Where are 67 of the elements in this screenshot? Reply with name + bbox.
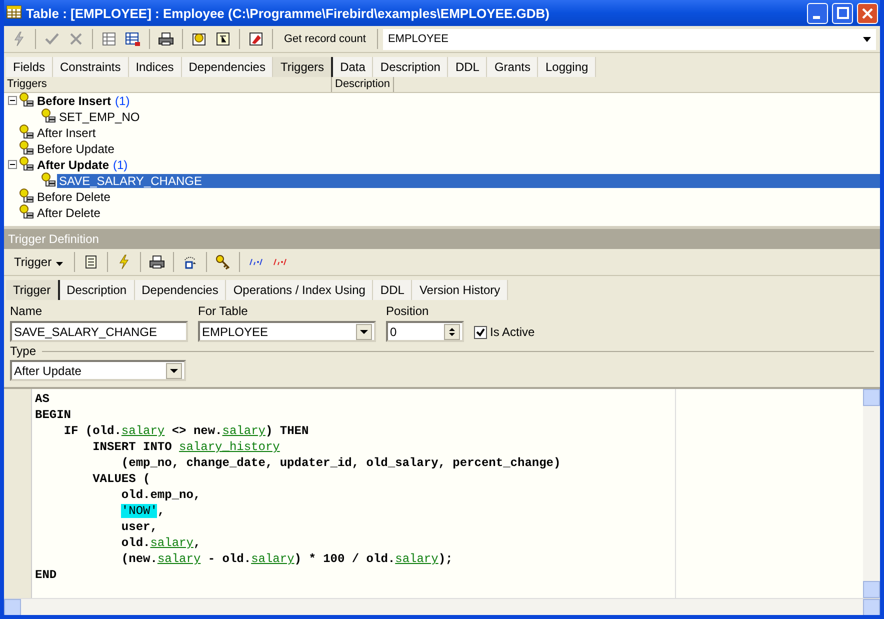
tab[interactable]: Indices — [128, 57, 182, 77]
table-icon — [6, 4, 22, 20]
get-record-count-button[interactable]: Get record count — [278, 30, 372, 48]
column-header[interactable]: Description — [332, 77, 394, 92]
printer-icon[interactable] — [158, 31, 174, 47]
tab[interactable]: Grants — [487, 57, 538, 77]
field-label: For Table — [198, 304, 249, 318]
trigger-icon — [19, 140, 35, 156]
tab[interactable]: DDL — [448, 57, 488, 77]
panel-title: Trigger Definition — [4, 229, 880, 249]
window-title: Table : [EMPLOYEE] : Employee (C:\Programme\Firebird\examples\EMPLOYEE.GDB) — [26, 6, 550, 20]
vertical-scrollbar[interactable] — [863, 389, 880, 598]
trigger-menu-button[interactable]: Trigger — [8, 253, 69, 271]
is-active-checkbox[interactable] — [474, 326, 487, 338]
caret-icon[interactable] — [56, 262, 63, 266]
table-dropdown[interactable]: EMPLOYEE — [382, 28, 876, 50]
field-label: Type — [10, 344, 36, 358]
tab[interactable]: Dependencies — [134, 280, 226, 300]
tab[interactable]: Trigger — [6, 280, 60, 300]
trigger-icon — [19, 204, 35, 220]
tree-item[interactable]: Before Insert — [35, 94, 114, 108]
trigger-icon — [19, 156, 35, 172]
key-icon[interactable] — [214, 254, 231, 270]
name-field[interactable]: SAVE_SALARY_CHANGE — [10, 321, 188, 342]
tab[interactable]: Data — [333, 57, 374, 77]
tree-item[interactable]: After Insert — [35, 126, 98, 140]
field-label: Position — [386, 304, 430, 318]
tab[interactable]: Logging — [538, 57, 596, 77]
trigger-icon — [19, 92, 35, 108]
trigger-icon — [41, 108, 57, 124]
tree-item[interactable]: After Delete — [35, 206, 102, 220]
tab[interactable]: Description — [60, 280, 135, 300]
type-dropdown[interactable]: After Update — [10, 360, 186, 381]
trigger-icon — [19, 188, 35, 204]
tab[interactable]: Description — [373, 57, 448, 77]
tab[interactable]: Constraints — [53, 57, 129, 77]
tree-item[interactable]: After Update — [35, 158, 112, 172]
item-count: (1) — [113, 158, 128, 172]
tree-item[interactable]: SET_EMP_NO — [57, 110, 142, 124]
eraser-icon[interactable] — [248, 31, 264, 47]
field-label: Name — [10, 304, 44, 318]
tab[interactable]: Dependencies — [182, 57, 274, 77]
column-header[interactable]: Triggers — [4, 77, 332, 92]
grid-icon[interactable] — [101, 31, 117, 47]
tab[interactable]: Version History — [412, 280, 508, 300]
item-count: (1) — [115, 94, 130, 108]
selection-icon[interactable] — [182, 254, 198, 270]
tree-item[interactable]: SAVE_SALARY_CHANGE — [57, 174, 880, 188]
tab[interactable]: Fields — [6, 57, 54, 77]
tree-item[interactable]: Before Delete — [35, 190, 112, 204]
trigger-icon — [19, 124, 35, 140]
tab[interactable]: DDL — [373, 280, 412, 300]
tree-item[interactable]: Before Update — [35, 142, 116, 156]
table-dropdown[interactable]: EMPLOYEE — [198, 321, 376, 342]
horizontal-scrollbar[interactable] — [4, 598, 880, 615]
position-spinner[interactable]: 0 — [386, 321, 464, 342]
grid-icon[interactable] — [125, 31, 141, 47]
tab[interactable]: Triggers — [273, 57, 334, 77]
trigger-icon — [41, 172, 57, 188]
printer-icon[interactable] — [148, 254, 165, 270]
collapse-icon[interactable] — [8, 160, 19, 168]
document-icon[interactable] — [82, 254, 99, 270]
checkmark-icon[interactable] — [44, 31, 60, 47]
tab[interactable]: Operations / Index Using — [226, 280, 374, 300]
dropdown-arrow-icon[interactable] — [863, 37, 871, 42]
checkbox-label: Is Active — [490, 325, 535, 339]
collapse-icon[interactable] — [8, 96, 19, 104]
